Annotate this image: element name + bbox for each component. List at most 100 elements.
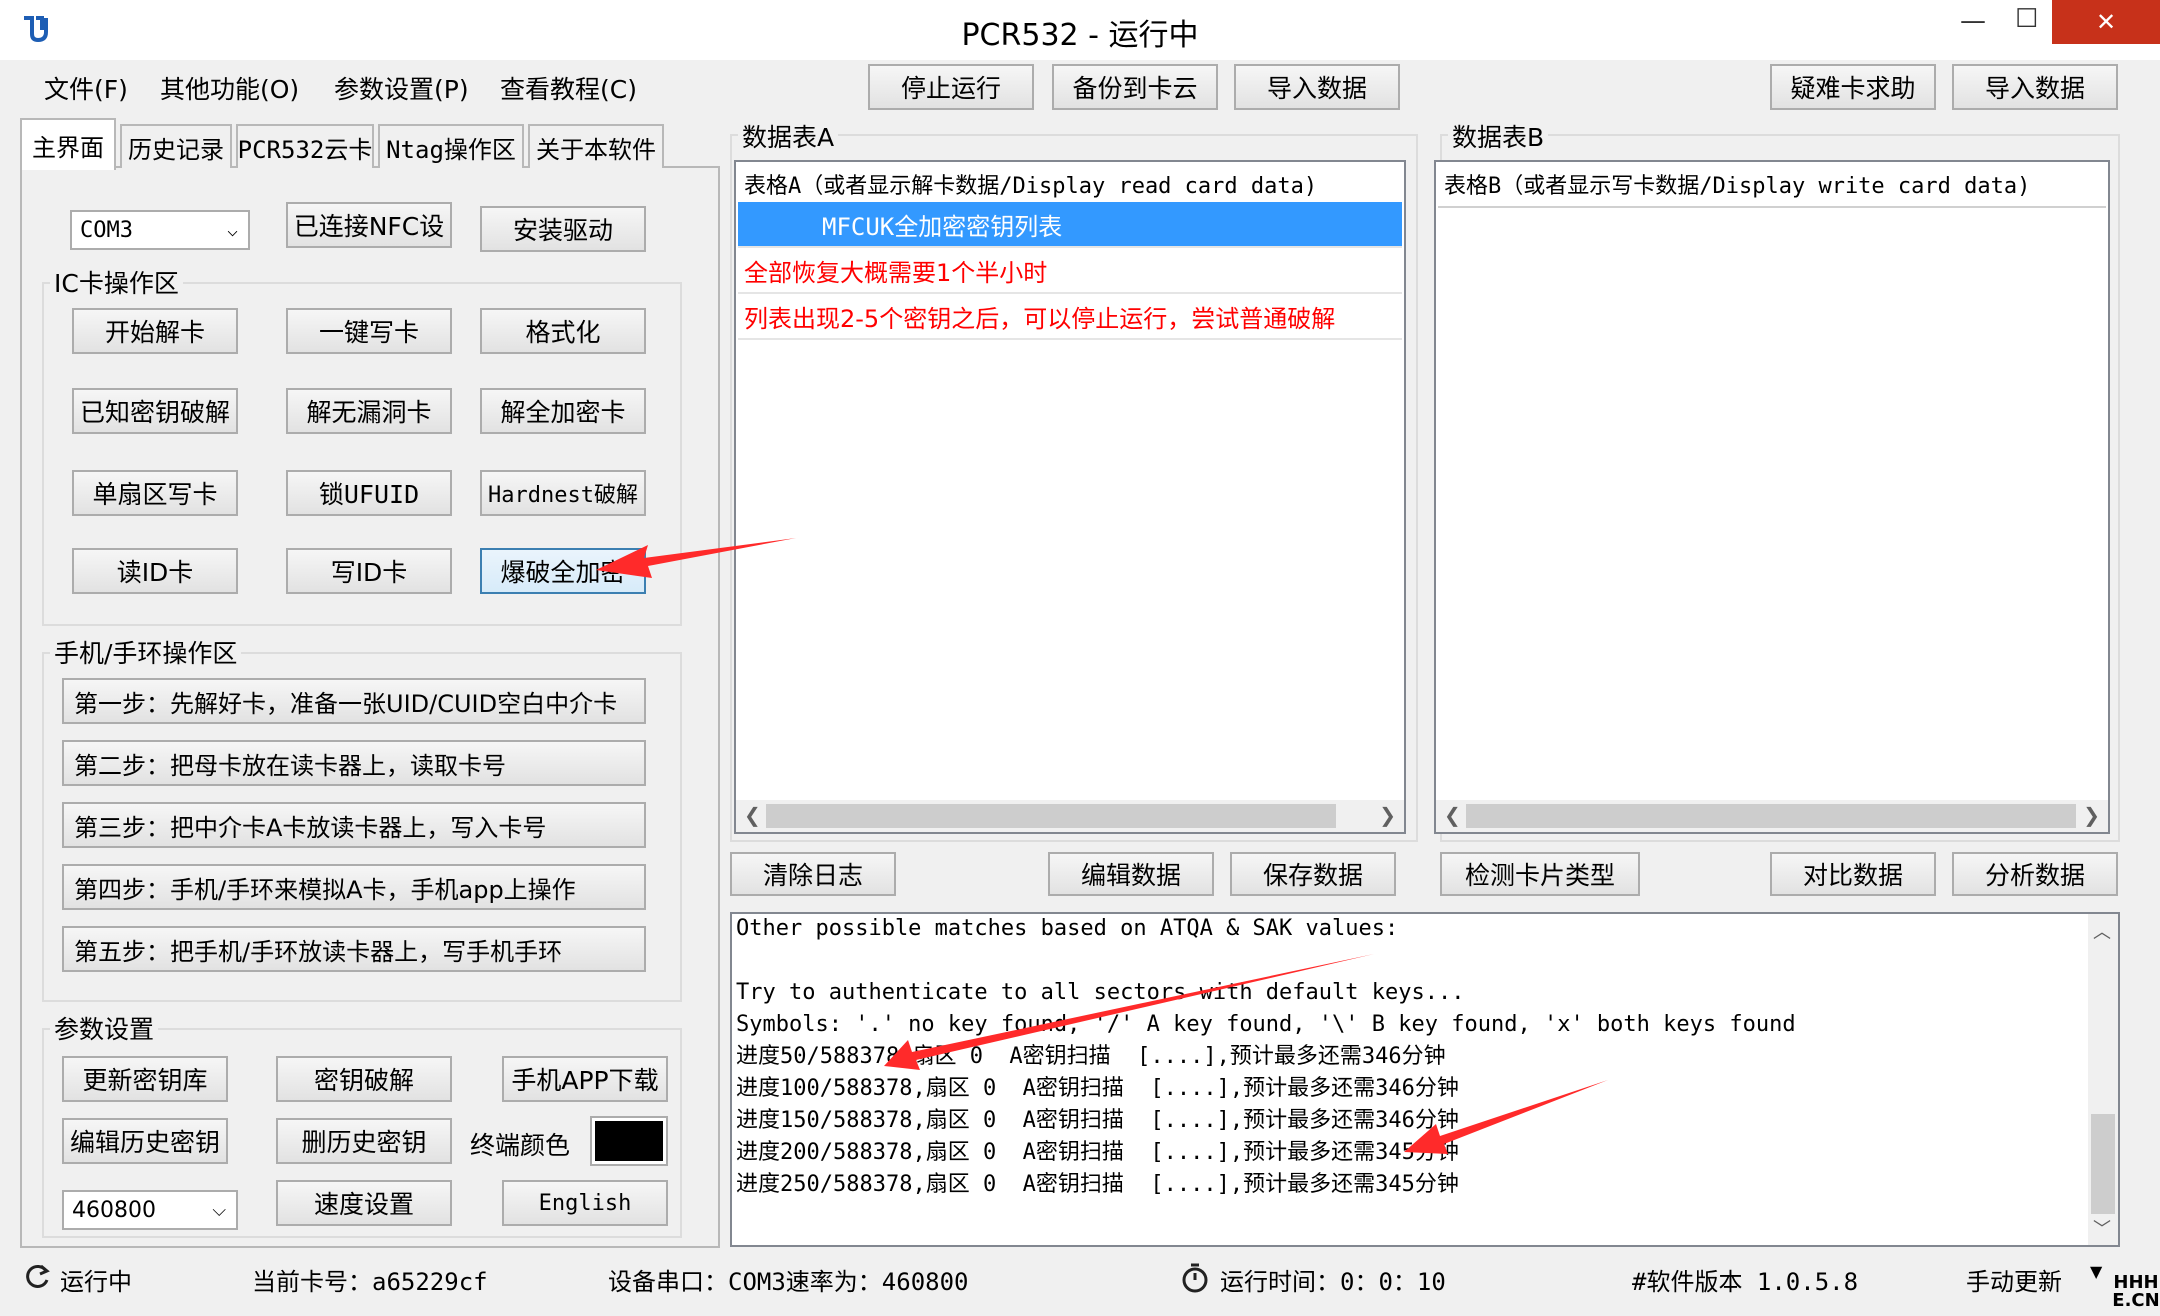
title-bar: PCR532 - 运行中 — ☐ ✕ <box>0 0 2160 60</box>
scroll-thumb[interactable] <box>2091 1114 2115 1214</box>
log-line: 进度200/588378,扇区 0 A密钥扫描 [....],预计最多还需345… <box>736 1140 1459 1165</box>
one-key-write-button[interactable]: 一键写卡 <box>286 308 452 354</box>
table-row[interactable]: 全部恢复大概需要1个半小时 <box>738 248 1402 294</box>
format-button[interactable]: 格式化 <box>480 308 646 354</box>
close-button[interactable]: ✕ <box>2052 0 2160 44</box>
chevron-down-icon: ⌵ <box>227 220 238 241</box>
log-line: Try to authenticate to all sectors with … <box>736 980 1465 1005</box>
table-a: 表格A（或者显示解卡数据/Display read card data) MFC… <box>734 160 1406 834</box>
step-5-button[interactable]: 第五步：把手机/手环放读卡器上，写手机手环 <box>62 926 646 972</box>
log-output[interactable]: Other possible matches based on ATQA & S… <box>730 912 2120 1247</box>
port-value: COM3 <box>80 217 133 243</box>
table-row[interactable]: 列表出现2-5个密钥之后，可以停止运行，尝试普通破解 <box>738 294 1402 340</box>
tab-about[interactable]: 关于本软件 <box>528 124 664 168</box>
import-data-button-2[interactable]: 导入数据 <box>1952 64 2118 110</box>
watermark: HHH E.CN <box>2112 1272 2160 1311</box>
import-data-button[interactable]: 导入数据 <box>1234 64 1400 110</box>
status-running: 运行中 <box>60 1268 132 1296</box>
status-card-number: 当前卡号：a65229cf <box>252 1268 488 1296</box>
tab-history[interactable]: 历史记录 <box>120 124 232 168</box>
start-decode-button[interactable]: 开始解卡 <box>72 308 238 354</box>
chevron-down-icon[interactable]: ▼ <box>2090 1262 2102 1281</box>
tab-main[interactable]: 主界面 <box>20 118 116 170</box>
maximize-button[interactable]: ☐ <box>2015 4 2038 34</box>
compare-data-button[interactable]: 对比数据 <box>1770 852 1936 896</box>
detect-card-type-button[interactable]: 检测卡片类型 <box>1440 852 1640 896</box>
table-a-hscroll[interactable]: ❮ ❯ <box>736 800 1404 832</box>
table-b-header: 表格B（或者显示写卡数据/Display write card data) <box>1438 162 2106 208</box>
log-line: 进度250/588378,扇区 0 A密钥扫描 [....],预计最多还需345… <box>736 1172 1459 1197</box>
scroll-thumb[interactable] <box>766 804 1336 828</box>
backup-cloud-button[interactable]: 备份到卡云 <box>1052 64 1218 110</box>
brute-force-encrypted-button[interactable]: 爆破全加密 <box>480 548 646 594</box>
scroll-thumb[interactable] <box>1466 804 2076 828</box>
chevron-down-icon: ⌵ <box>212 1200 226 1221</box>
ic-group-label: IC卡操作区 <box>50 264 183 300</box>
chevron-right-icon[interactable]: ❯ <box>2083 803 2100 827</box>
english-button[interactable]: English <box>502 1180 668 1226</box>
menu-other[interactable]: 其他功能(O) <box>160 70 299 106</box>
clear-log-button[interactable]: 清除日志 <box>730 852 896 896</box>
baud-value: 460800 <box>72 1197 156 1223</box>
hard-card-help-button[interactable]: 疑难卡求助 <box>1770 64 1936 110</box>
terminal-color-swatch[interactable] <box>590 1116 668 1166</box>
key-crack-button[interactable]: 密钥破解 <box>276 1056 452 1102</box>
timer-icon <box>1182 1263 1208 1293</box>
edit-history-keys-button[interactable]: 编辑历史密钥 <box>62 1118 228 1164</box>
table-b-hscroll[interactable]: ❮ ❯ <box>1436 800 2108 832</box>
status-port: 设备串口：COM3速率为：460800 <box>608 1268 969 1296</box>
table-a-label: 数据表A <box>738 118 839 154</box>
update-keystore-button[interactable]: 更新密钥库 <box>62 1056 228 1102</box>
menu-file[interactable]: 文件(F) <box>44 70 128 106</box>
tab-ntag[interactable]: Ntag操作区 <box>378 124 524 168</box>
read-id-card-button[interactable]: 读ID卡 <box>72 548 238 594</box>
table-b: 表格B（或者显示写卡数据/Display write card data) ❮ … <box>1434 160 2110 834</box>
chevron-left-icon[interactable]: ❮ <box>744 803 761 827</box>
install-driver-button[interactable]: 安装驱动 <box>480 206 646 252</box>
step-1-button[interactable]: 第一步：先解好卡，准备一张UID/CUID空白中介卡 <box>62 678 646 724</box>
table-b-label: 数据表B <box>1448 118 1549 154</box>
step-2-button[interactable]: 第二步：把母卡放在读卡器上，读取卡号 <box>62 740 646 786</box>
terminal-color-label: 终端颜色 <box>470 1131 571 1160</box>
chevron-right-icon[interactable]: ❯ <box>1379 803 1396 827</box>
tab-cloud-card[interactable]: PCR532云卡 <box>236 124 374 168</box>
step-4-button[interactable]: 第四步：手机/手环来模拟A卡，手机app上操作 <box>62 864 646 910</box>
log-line: 进度150/588378,扇区 0 A密钥扫描 [....],预计最多还需346… <box>736 1108 1459 1133</box>
delete-history-keys-button[interactable]: 删历史密钥 <box>276 1118 452 1164</box>
no-vuln-card-button[interactable]: 解无漏洞卡 <box>286 388 452 434</box>
save-data-button[interactable]: 保存数据 <box>1230 852 1396 896</box>
hardnest-crack-button[interactable]: Hardnest破解 <box>480 470 646 516</box>
full-encrypted-card-button[interactable]: 解全加密卡 <box>480 388 646 434</box>
step-3-button[interactable]: 第三步：把中介卡A卡放读卡器上，写入卡号 <box>62 802 646 848</box>
edit-data-button[interactable]: 编辑数据 <box>1048 852 1214 896</box>
analyze-data-button[interactable]: 分析数据 <box>1952 852 2118 896</box>
stop-button[interactable]: 停止运行 <box>868 64 1034 110</box>
minimize-button[interactable]: — <box>1960 6 1986 36</box>
menu-tutorial[interactable]: 查看教程(C) <box>500 70 637 106</box>
lock-ufuid-button[interactable]: 锁UFUID <box>286 470 452 516</box>
nfc-connected-button[interactable]: 已连接NFC设 <box>286 202 452 248</box>
manual-update-button[interactable]: 手动更新 <box>1966 1262 2062 1297</box>
chevron-down-icon[interactable]: ﹀ <box>2093 1215 2111 1241</box>
known-key-crack-button[interactable]: 已知密钥破解 <box>72 388 238 434</box>
single-sector-write-button[interactable]: 单扇区写卡 <box>72 470 238 516</box>
speed-settings-button[interactable]: 速度设置 <box>276 1180 452 1226</box>
log-line: Symbols: '.' no key found, '/' A key fou… <box>736 1012 1796 1037</box>
window-title: PCR532 - 运行中 <box>961 18 1199 53</box>
log-line: 进度100/588378,扇区 0 A密钥扫描 [....],预计最多还需346… <box>736 1076 1459 1101</box>
baud-rate-select[interactable]: 460800 ⌵ <box>62 1190 238 1230</box>
write-id-card-button[interactable]: 写ID卡 <box>286 548 452 594</box>
chevron-left-icon[interactable]: ❮ <box>1444 803 1461 827</box>
table-row[interactable]: MFCUK全加密密钥列表 <box>738 202 1402 248</box>
phone-app-download-button[interactable]: 手机APP下载 <box>502 1056 668 1102</box>
chevron-up-icon[interactable]: ︿ <box>2093 918 2111 944</box>
status-run-time: 运行时间：0：0：10 <box>1220 1268 1446 1296</box>
log-vscroll[interactable]: ︿ ﹀ <box>2088 914 2118 1245</box>
log-line: Other possible matches based on ATQA & S… <box>736 916 1399 941</box>
port-select[interactable]: COM3 ⌵ <box>70 210 250 250</box>
app-window: PCR532 - 运行中 — ☐ ✕ 文件(F) 其他功能(O) 参数设置(P)… <box>0 0 2160 1316</box>
phone-group-label: 手机/手环操作区 <box>50 634 242 670</box>
menu-params[interactable]: 参数设置(P) <box>334 70 469 106</box>
status-version: #软件版本 1.0.5.8 <box>1632 1268 1859 1296</box>
refresh-icon <box>26 1264 50 1288</box>
